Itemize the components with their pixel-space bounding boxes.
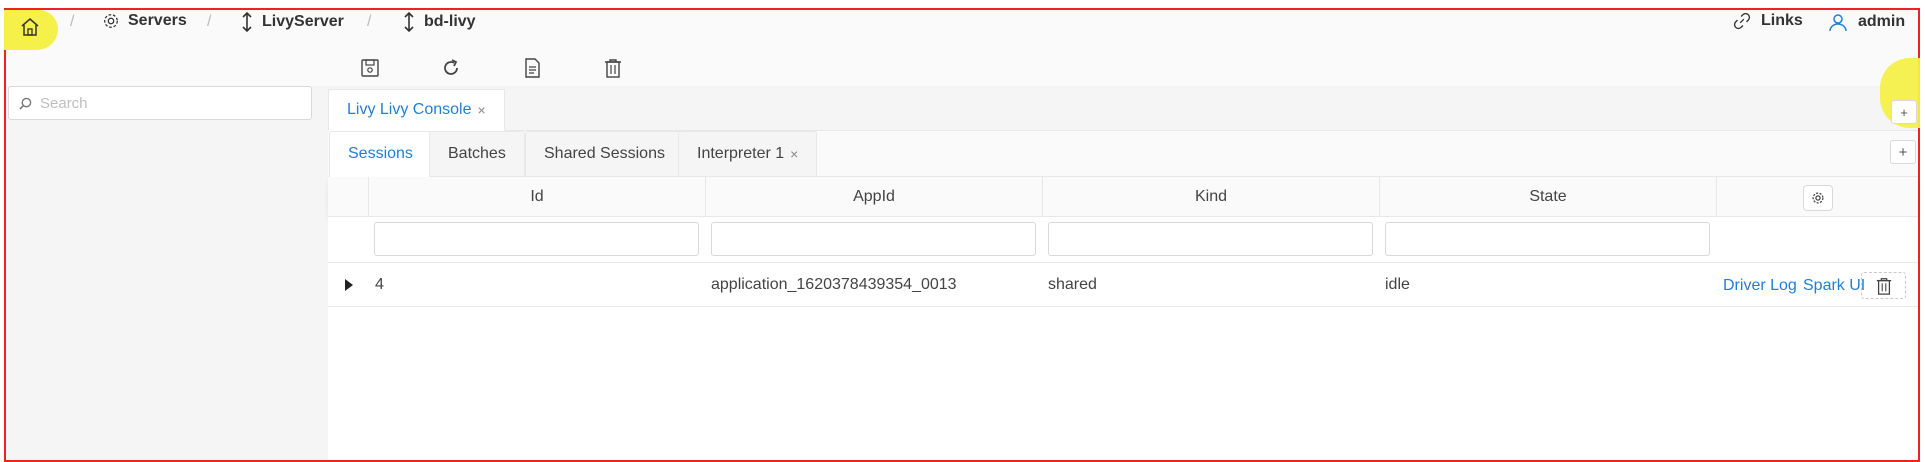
save-icon — [361, 59, 379, 77]
filter-id-input[interactable] — [374, 222, 699, 256]
add-inner-tab-button[interactable]: + — [1890, 140, 1916, 164]
breadcrumb-separator: / — [367, 13, 372, 30]
filter-kind-input[interactable] — [1048, 222, 1373, 256]
column-header-state[interactable]: State — [1379, 177, 1716, 217]
document-button[interactable] — [518, 54, 546, 82]
delete-session-button[interactable] — [1861, 272, 1906, 299]
save-button[interactable] — [356, 54, 384, 82]
refresh-icon — [444, 59, 458, 75]
user-label: admin — [1858, 13, 1906, 30]
cell-appid: application_1620378439354_0013 — [711, 276, 957, 293]
console-tab-strip — [328, 86, 1918, 131]
driver-log-link[interactable]: Driver Log — [1723, 277, 1797, 295]
column-header-id[interactable]: Id — [368, 177, 705, 217]
gear-icon — [104, 14, 118, 28]
user-menu[interactable]: admin — [1828, 12, 1905, 32]
column-header-kind[interactable]: Kind — [1042, 177, 1379, 217]
cell-state: idle — [1385, 276, 1410, 293]
tab-batches[interactable]: Batches — [429, 131, 525, 177]
tab-label: Interpreter 1 — [697, 145, 785, 162]
links-menu[interactable]: Links — [1733, 12, 1803, 30]
arrows-updown-icon — [242, 12, 252, 32]
refresh-button[interactable] — [437, 54, 465, 82]
breadcrumb-separator: / — [207, 13, 212, 30]
trash-icon — [1876, 277, 1891, 295]
tab-livy-console[interactable]: Livy Livy Console × — [328, 89, 505, 131]
expand-row-button[interactable] — [342, 278, 356, 292]
sidebar — [6, 86, 328, 460]
search-input[interactable] — [38, 93, 288, 113]
add-console-tab-button[interactable]: + — [1891, 100, 1917, 124]
home-icon — [21, 18, 39, 36]
spark-ui-link[interactable]: Spark UI — [1803, 277, 1865, 295]
breadcrumb-label: Servers — [128, 12, 187, 29]
filter-appid-input[interactable] — [711, 222, 1036, 256]
breadcrumb-separator: / — [70, 13, 75, 30]
caret-right-icon — [345, 279, 353, 291]
breadcrumb-label: LivyServer — [262, 13, 344, 30]
links-label: Links — [1761, 12, 1803, 29]
tab-shared-sessions[interactable]: Shared Sessions — [525, 131, 684, 177]
tab-label: Livy Livy Console — [347, 101, 472, 118]
breadcrumb-livyserver[interactable]: LivyServer — [240, 12, 344, 32]
tab-label: Shared Sessions — [544, 145, 665, 162]
document-icon — [525, 58, 540, 78]
gear-icon — [1812, 192, 1824, 204]
trash-icon — [605, 59, 621, 78]
toolbar — [6, 50, 1918, 86]
filter-state-input[interactable] — [1385, 222, 1710, 256]
close-icon[interactable]: × — [790, 146, 798, 162]
column-header-appid[interactable]: AppId — [705, 177, 1042, 217]
cell-id: 4 — [375, 276, 384, 293]
cell-kind: shared — [1048, 276, 1097, 293]
home-button[interactable] — [18, 15, 42, 39]
column-settings-button[interactable] — [1803, 185, 1833, 211]
breadcrumb-servers[interactable]: Servers — [102, 12, 187, 30]
tab-label: Batches — [448, 145, 506, 162]
arrows-updown-icon — [404, 12, 414, 32]
table-row — [328, 263, 1918, 307]
search-icon — [19, 97, 32, 110]
breadcrumb-label: bd-livy — [424, 13, 476, 30]
tab-label: Sessions — [348, 145, 413, 162]
link-icon — [1733, 12, 1751, 30]
sidebar-search[interactable] — [8, 86, 312, 120]
tab-interpreter-1[interactable]: Interpreter 1 × — [678, 131, 818, 177]
tab-sessions[interactable]: Sessions — [329, 131, 432, 177]
user-icon — [1829, 14, 1847, 32]
close-icon[interactable]: × — [478, 102, 486, 118]
delete-button[interactable] — [599, 54, 627, 82]
breadcrumb-bd-livy[interactable]: bd-livy — [402, 12, 476, 32]
